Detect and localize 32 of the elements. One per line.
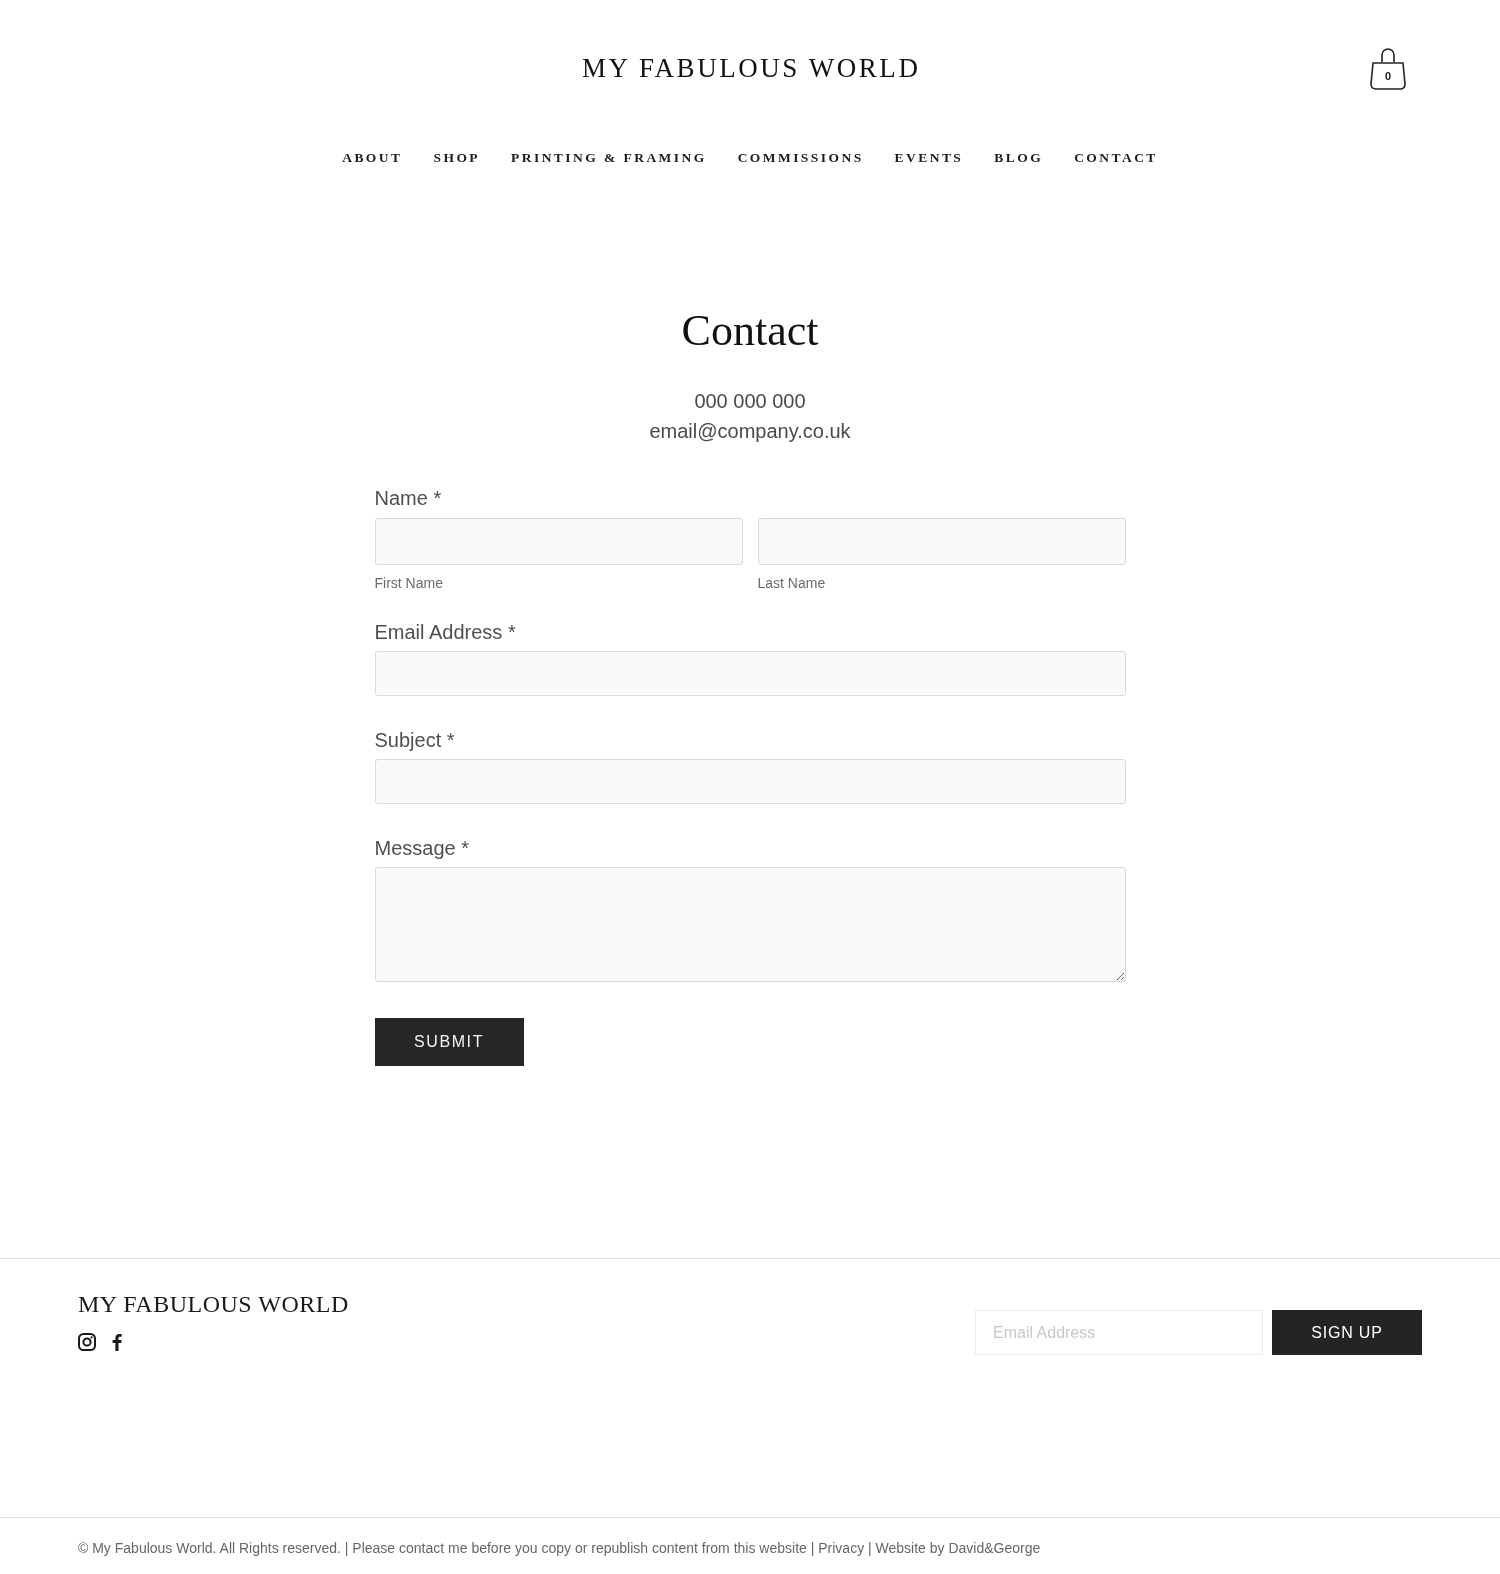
phone-number: 000 000 000 — [694, 389, 806, 414]
nav-link[interactable]: COMMISSIONS — [737, 148, 864, 168]
site-logo[interactable]: MY FABULOUS WORLD — [579, 50, 921, 86]
credit-link[interactable]: Website by David&George — [875, 1540, 1041, 1556]
shopping-bag-icon — [1369, 46, 1407, 90]
field-label: Name * — [374, 486, 442, 511]
nav-link[interactable]: BLOG — [994, 148, 1044, 168]
cart-button[interactable]: 0 — [1369, 46, 1407, 90]
nav-link[interactable]: SHOP — [433, 148, 481, 168]
nav-link[interactable]: PRINTING & FRAMING — [511, 148, 707, 168]
footer-logo[interactable]: MY FABULOUS WORLD — [78, 1289, 349, 1319]
field-label: Subject * — [374, 728, 455, 753]
submit-button[interactable]: SUBMIT — [374, 1018, 524, 1066]
copyright-notice: © My Fabulous World. All Rights reserved. | Please contact me before you copy or republish content from this website | Privacy | Website by David&George — [78, 1539, 1041, 1558]
message-textarea[interactable] — [374, 867, 1126, 982]
page-title: Contact — [681, 305, 819, 357]
field-caption: Last Name — [757, 574, 826, 592]
facebook-icon[interactable] — [112, 1333, 122, 1351]
email-address[interactable]: email@company.co.uk — [649, 416, 851, 446]
nav-link[interactable]: CONTACT — [1074, 148, 1158, 168]
text-input[interactable] — [374, 518, 743, 565]
sign-up-button[interactable]: SIGN UP — [1272, 1310, 1422, 1355]
text-input[interactable] — [757, 518, 1126, 565]
nav-link[interactable]: ABOUT — [342, 148, 403, 168]
field-label: Email Address * — [374, 620, 516, 645]
text-input[interactable] — [374, 759, 1126, 804]
nav-link[interactable]: EVENTS — [894, 148, 964, 168]
text-input[interactable] — [374, 651, 1126, 696]
field-caption: First Name — [374, 574, 443, 592]
field-label: Message * — [374, 836, 469, 861]
instagram-icon[interactable] — [78, 1333, 96, 1351]
privacy-link[interactable]: Privacy — [818, 1540, 865, 1556]
